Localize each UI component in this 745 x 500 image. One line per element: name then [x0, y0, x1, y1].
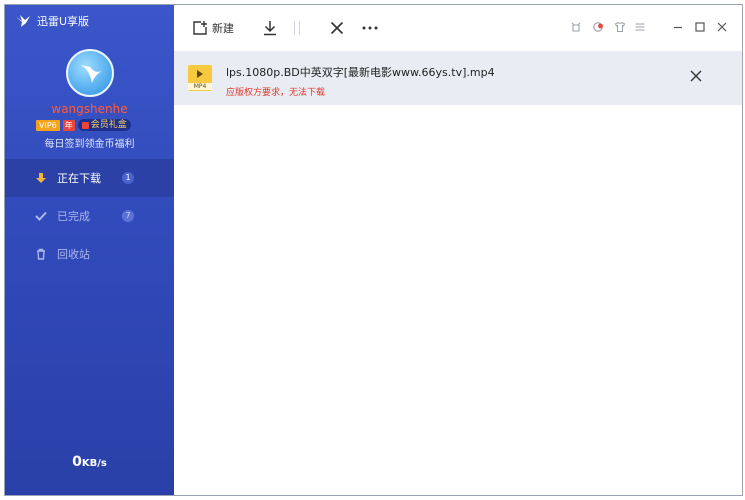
file-type-label: MP4 — [188, 83, 212, 90]
annual-badge: 年 — [62, 119, 75, 131]
sidebar-item-label: 回收站 — [57, 248, 90, 261]
sidebar-item-completed[interactable]: 已完成 7 — [5, 197, 174, 235]
sidebar: 迅雷U享版 wangshenhe VIP6 年 会员礼盒 每日签到领金币福利 正… — [5, 5, 174, 495]
app-window: 迅雷U享版 wangshenhe VIP6 年 会员礼盒 每日签到领金币福利 正… — [4, 4, 743, 496]
more-options-button[interactable] — [362, 5, 378, 51]
download-icon — [264, 21, 276, 36]
close-icon — [330, 21, 344, 35]
delete-task-button[interactable] — [330, 5, 344, 51]
download-arrow-icon — [35, 172, 47, 184]
toolbar-divider — [294, 21, 295, 35]
maximize-button[interactable] — [692, 19, 708, 35]
daily-signin-link[interactable]: 每日签到领金币福利 — [5, 135, 174, 150]
more-dots-icon — [362, 26, 378, 30]
speed-value: 0 — [72, 454, 82, 470]
member-gift-button[interactable]: 会员礼盒 — [77, 119, 131, 131]
main-menu-button[interactable] — [632, 19, 648, 35]
message-icon — [593, 22, 603, 32]
new-task-button[interactable]: 新建 — [192, 5, 234, 51]
skin-icon — [571, 22, 581, 32]
shirt-icon — [614, 21, 626, 32]
sidebar-item-downloading[interactable]: 正在下载 1 — [5, 159, 174, 197]
sidebar-item-label: 正在下载 — [57, 172, 101, 185]
toolbar: 新建 — [174, 5, 742, 52]
avatar[interactable] — [66, 49, 114, 97]
gift-icon — [81, 121, 89, 129]
vip-level-badge[interactable]: VIP6 — [36, 119, 60, 131]
app-title: 迅雷U享版 — [37, 15, 90, 28]
skin-button[interactable] — [568, 19, 584, 35]
sidebar-item-label: 已完成 — [57, 210, 90, 223]
checkmark-icon — [35, 210, 47, 222]
main-panel: 新建 MP4 lps.1080p.BD中英双字[最新电影www.66ys.tv]… — [174, 5, 742, 495]
downloading-count-badge: 1 — [122, 172, 134, 184]
sidebar-nav: 正在下载 1 已完成 7 回收站 — [5, 159, 174, 273]
bird-avatar-icon — [80, 65, 102, 83]
minimize-icon — [674, 26, 682, 29]
trash-icon — [35, 248, 47, 260]
minimize-button[interactable] — [670, 19, 686, 35]
theme-button[interactable] — [612, 19, 628, 35]
task-filename: lps.1080p.BD中英双字[最新电影www.66ys.tv].mp4 — [226, 66, 495, 79]
download-speed: 0KB/s — [5, 454, 174, 470]
new-task-label: 新建 — [212, 22, 234, 35]
user-badges: VIP6 年 会员礼盒 — [36, 119, 131, 131]
task-status-message: 应版权方要求，无法下载 — [226, 88, 326, 98]
play-icon — [197, 70, 203, 78]
start-download-button[interactable] — [262, 5, 278, 51]
new-task-icon — [193, 21, 207, 35]
notification-button[interactable] — [590, 19, 606, 35]
remove-task-icon[interactable] — [689, 69, 703, 83]
close-window-button[interactable] — [714, 19, 730, 35]
thunder-bird-logo-icon — [16, 15, 30, 27]
maximize-icon — [695, 22, 705, 32]
toolbar-divider — [299, 21, 300, 35]
task-row[interactable]: MP4 lps.1080p.BD中英双字[最新电影www.66ys.tv].mp… — [174, 51, 742, 105]
sidebar-item-recycle-bin[interactable]: 回收站 — [5, 235, 174, 273]
username[interactable]: wangshenhe — [5, 102, 174, 116]
menu-icon — [635, 23, 645, 31]
close-icon — [717, 22, 727, 32]
video-file-icon: MP4 — [188, 65, 212, 91]
completed-count-badge: 7 — [122, 210, 134, 222]
member-gift-label: 会员礼盒 — [90, 120, 127, 130]
brand: 迅雷U享版 — [15, 13, 89, 29]
speed-unit: KB/s — [81, 458, 107, 469]
